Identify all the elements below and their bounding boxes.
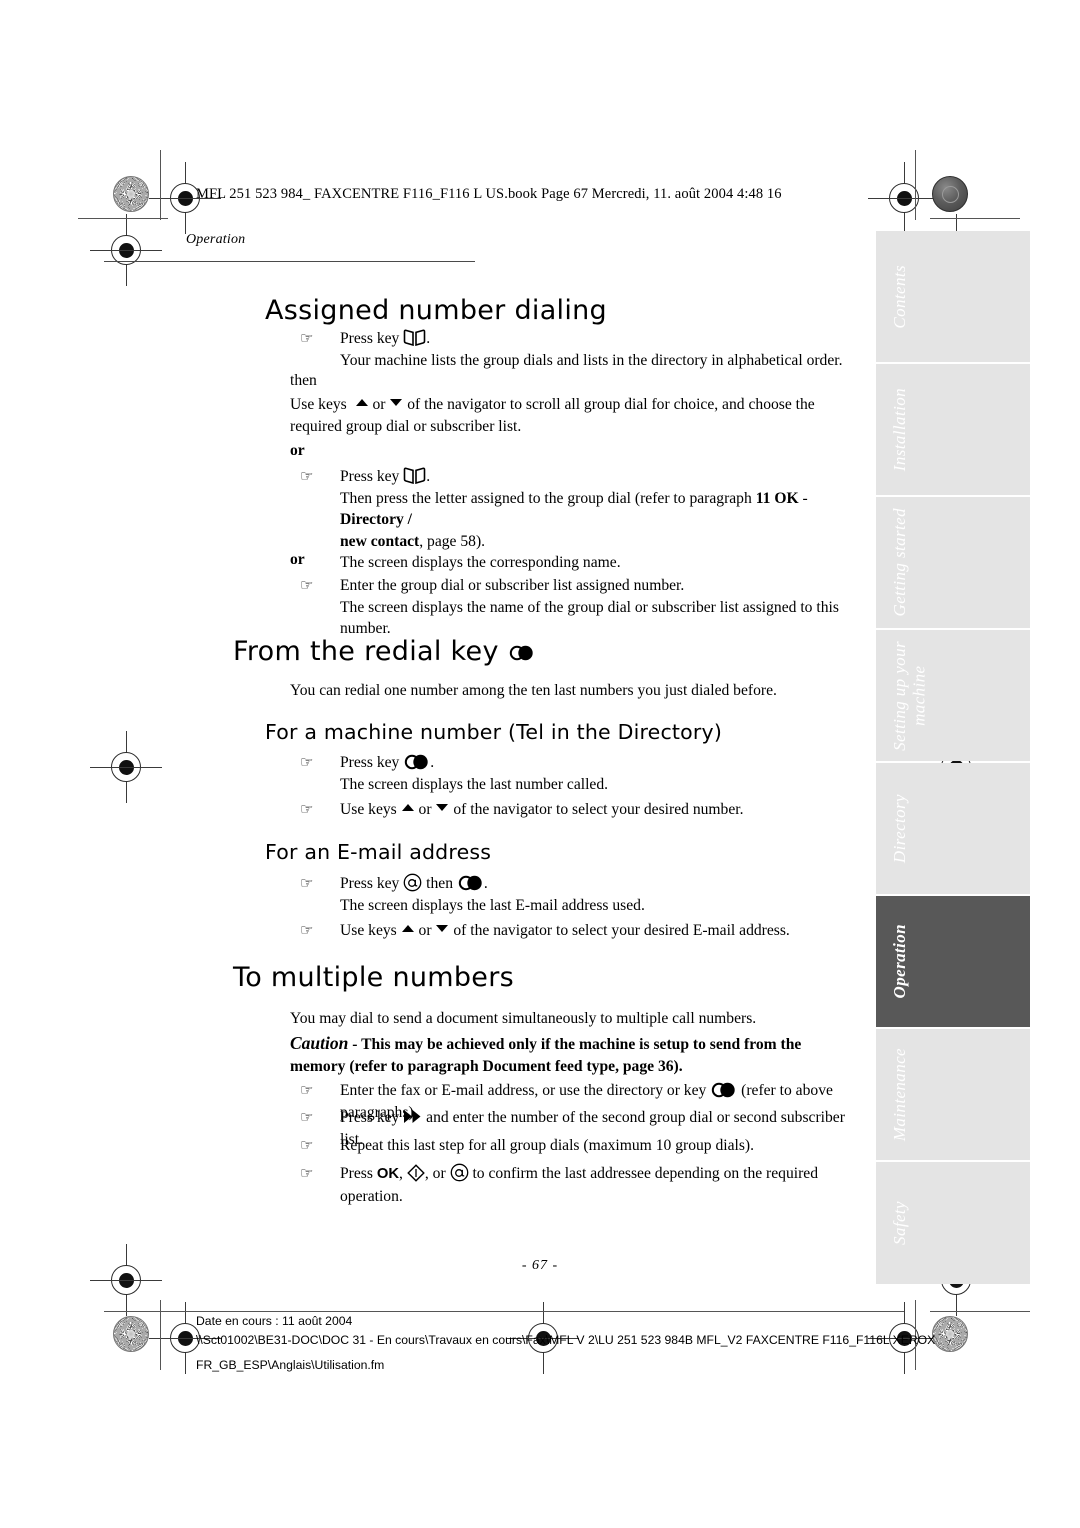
paragraph-multiple-intro: You may dial to send a document simultan… [290, 1010, 757, 1027]
pointing-hand-bullet-icon: ☞ [300, 876, 313, 892]
pointing-hand-bullet-icon: ☞ [300, 1083, 313, 1099]
pointing-hand-bullet-icon: ☞ [300, 802, 313, 818]
list-item-text: Press key . Then press the letter assign… [340, 467, 808, 571]
book-icon [403, 329, 426, 346]
sidebar-tab-maintenance[interactable]: Maintenance [876, 1029, 1030, 1160]
sidebar-tab-directory[interactable]: Directory [876, 763, 1030, 894]
pointing-hand-bullet-icon: ☞ [300, 469, 313, 485]
pointing-hand-bullet-icon: ☞ [300, 1110, 313, 1126]
section-heading-from-the-redial-key: From the redial key [233, 636, 535, 667]
nav-down-arrow-icon [435, 922, 449, 935]
list-item-text: Repeat this last step for all group dial… [340, 1137, 755, 1154]
at-key-icon [403, 873, 422, 892]
sidebar-tab-label: Contents [890, 264, 909, 329]
diamond-key-icon [407, 1164, 425, 1182]
trim-mark-top-edge-right [930, 218, 1020, 219]
registration-cross-top-right [868, 162, 940, 234]
or-label-2: or [290, 551, 305, 568]
footer-path-line: \\Sct01002\BE31-DOC\DOC 31 - En cours\Tr… [196, 1333, 936, 1347]
list-item-text: Use keys or of the navigator to select y… [340, 922, 790, 939]
list-item: ☞ Use keys or of the navigator to select… [300, 920, 865, 942]
nav-up-arrow-icon [401, 922, 415, 935]
caution-word: Caution [290, 1033, 349, 1053]
sidebar-tab-label: Safety [890, 1201, 909, 1245]
fast-forward-key-icon [403, 1109, 422, 1124]
list-item: ☞ Use keys or of the navigator to select… [300, 799, 865, 821]
list-item: ☞ Repeat this last step for all group di… [300, 1135, 868, 1157]
list-item: ☞ Press key then . The screen displays t… [300, 873, 865, 916]
then-label: then [290, 372, 317, 389]
pointing-hand-bullet-icon: ☞ [300, 923, 313, 939]
pointing-hand-bullet-icon: ☞ [300, 755, 313, 771]
redial-key-icon [457, 875, 484, 891]
footer-date-line: Date en cours : 11 août 2004 [196, 1314, 353, 1328]
caution-note: Caution - This may be achieved only if t… [290, 1033, 802, 1075]
list-item: ☞ Press OK, , or to confirm the last add… [300, 1163, 875, 1207]
pointing-hand-bullet-icon: ☞ [300, 331, 313, 347]
sidebar-tab-label: Maintenance [890, 1047, 909, 1142]
page-content: Assigned number dialing ☞ Press key . Yo… [0, 0, 876, 1528]
list-item: ☞ Press key . Your machine lists the gro… [300, 328, 860, 371]
ok-key-label: OK [376, 1166, 400, 1182]
sidebar-tab-setting-up-your-machine[interactable]: Setting up your machine [876, 630, 1030, 761]
pointing-hand-bullet-icon: ☞ [300, 578, 313, 594]
footer-file-line: FR_GB_ESP\Anglais\Utilisation.fm [196, 1358, 385, 1372]
list-item: ☞ Press key . The screen displays the la… [300, 752, 865, 795]
sidebar-tab-label: Getting started [890, 508, 909, 617]
footer-metadata: Date en cours : 11 août 2004 \\Sct01002\… [196, 1312, 935, 1375]
sidebar-tab-label: Installation [890, 387, 909, 472]
sidebar-tab-contents[interactable]: Contents [876, 231, 1030, 362]
footer-rule-right [930, 1311, 1030, 1312]
registration-burst-bottom-right [932, 1316, 968, 1352]
list-item-text: Press OK, , or to confirm the last addre [340, 1163, 819, 1205]
list-item-text: Press key then . The screen displays the [340, 873, 645, 914]
sidebar-tab-getting-started[interactable]: Getting started [876, 497, 1030, 628]
page-number: - 67 - [521, 1258, 559, 1273]
nav-up-arrow-icon [355, 396, 369, 409]
subsection-heading-for-a-machine-number: For a machine number (Tel in the Directo… [265, 720, 723, 744]
paragraph-use-keys-scroll: Use keys or of the navigator to scroll a… [290, 396, 815, 435]
nav-down-arrow-icon [389, 396, 403, 409]
redial-key-icon [403, 754, 430, 770]
list-item-text: Use keys or of the navigator to select y… [340, 801, 744, 818]
list-item-text: Press key . Your machine lists the group… [340, 329, 843, 369]
redial-key-icon [508, 645, 535, 661]
or-label-1: or [290, 442, 305, 459]
sidebar-tab-label: Operation [890, 924, 909, 999]
list-item-text: Enter the group dial or subscriber list … [340, 577, 839, 637]
sidebar-tab-label: Setting up your machine [890, 640, 929, 751]
at-key-icon [450, 1163, 469, 1182]
pointing-hand-bullet-icon: ☞ [300, 1138, 313, 1154]
subsection-heading-for-an-email-address: For an E-mail address [265, 840, 492, 864]
sidebar-tab-label: Directory [890, 793, 909, 864]
list-item: ☞ Enter the group dial or subscriber lis… [300, 575, 865, 640]
paragraph-redial-intro: You can redial one number among the ten … [290, 682, 777, 699]
list-item-text: Press key . The screen displays the last… [340, 754, 609, 793]
sidebar-tab-operation[interactable]: Operation [876, 896, 1030, 1027]
registration-dot-top-right [932, 176, 968, 212]
trim-mark-top-right-vert [915, 150, 916, 220]
document-page: MFL 251 523 984_ FAXCENTRE F116_F116 L U… [0, 0, 1080, 1528]
book-icon [403, 467, 426, 484]
pointing-hand-bullet-icon: ☞ [300, 1166, 313, 1182]
nav-down-arrow-icon [435, 801, 449, 814]
sidebar-tab-installation[interactable]: Installation [876, 364, 1030, 495]
redial-key-icon [710, 1082, 737, 1098]
section-heading-assigned-number-dialing: Assigned number dialing [265, 295, 607, 326]
nav-up-arrow-icon [401, 801, 415, 814]
section-tab-column: Contents Installation Getting started Se… [876, 231, 1030, 1284]
list-item: ☞ Press key . Then press the letter assi… [300, 466, 865, 574]
section-heading-to-multiple-numbers: To multiple numbers [233, 962, 514, 993]
